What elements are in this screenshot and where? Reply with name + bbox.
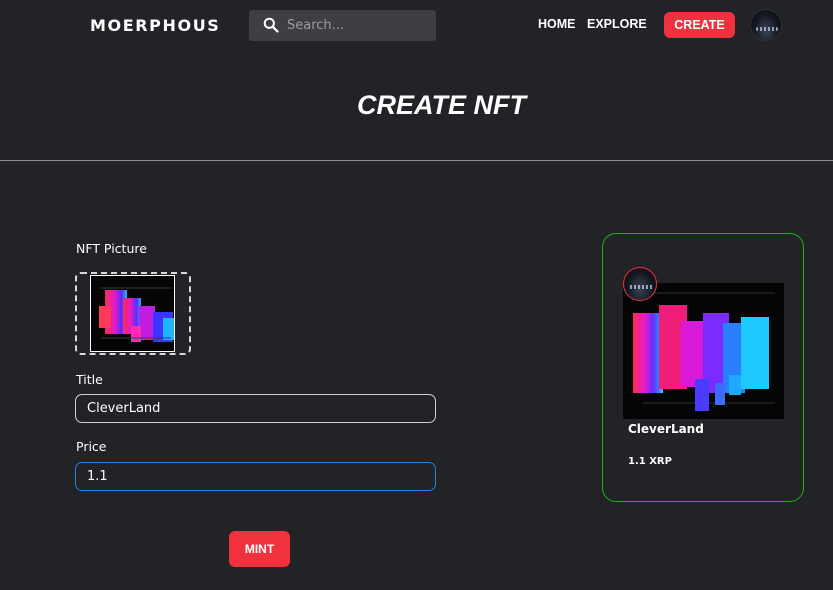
nft-preview-image bbox=[623, 283, 784, 419]
nav-explore-link[interactable]: EXPLORE bbox=[587, 17, 647, 31]
title-input[interactable] bbox=[75, 394, 436, 423]
search-icon bbox=[263, 17, 279, 33]
avatar-image-detail bbox=[630, 285, 652, 289]
preview-nft-price: 1.1 XRP bbox=[628, 456, 672, 467]
mint-button[interactable]: MINT bbox=[229, 531, 290, 567]
price-label: Price bbox=[76, 439, 107, 454]
nft-art-image bbox=[91, 276, 174, 351]
nav-home-link[interactable]: HOME bbox=[538, 17, 576, 31]
page-title: CREATE NFT bbox=[357, 90, 526, 120]
price-input[interactable] bbox=[75, 462, 436, 491]
user-avatar[interactable] bbox=[750, 9, 782, 41]
create-button[interactable]: CREATE bbox=[664, 12, 735, 38]
title-label: Title bbox=[76, 372, 103, 387]
preview-nft-name: CleverLand bbox=[628, 422, 704, 436]
nft-picture-thumbnail bbox=[90, 275, 175, 352]
nft-picture-upload[interactable] bbox=[75, 272, 191, 355]
search-bar[interactable] bbox=[249, 10, 436, 41]
create-nft-page: MOERPHOUS HOME EXPLORE CREATE CREATE NFT… bbox=[0, 0, 833, 590]
divider bbox=[0, 160, 833, 161]
avatar-image-detail bbox=[756, 27, 778, 31]
nft-preview-card: CleverLand 1.1 XRP bbox=[602, 233, 804, 502]
nft-picture-label: NFT Picture bbox=[76, 241, 147, 256]
nft-art-image bbox=[623, 283, 784, 419]
search-input[interactable] bbox=[287, 10, 427, 41]
creator-avatar bbox=[623, 267, 657, 301]
brand-logo[interactable]: MOERPHOUS bbox=[90, 16, 220, 35]
